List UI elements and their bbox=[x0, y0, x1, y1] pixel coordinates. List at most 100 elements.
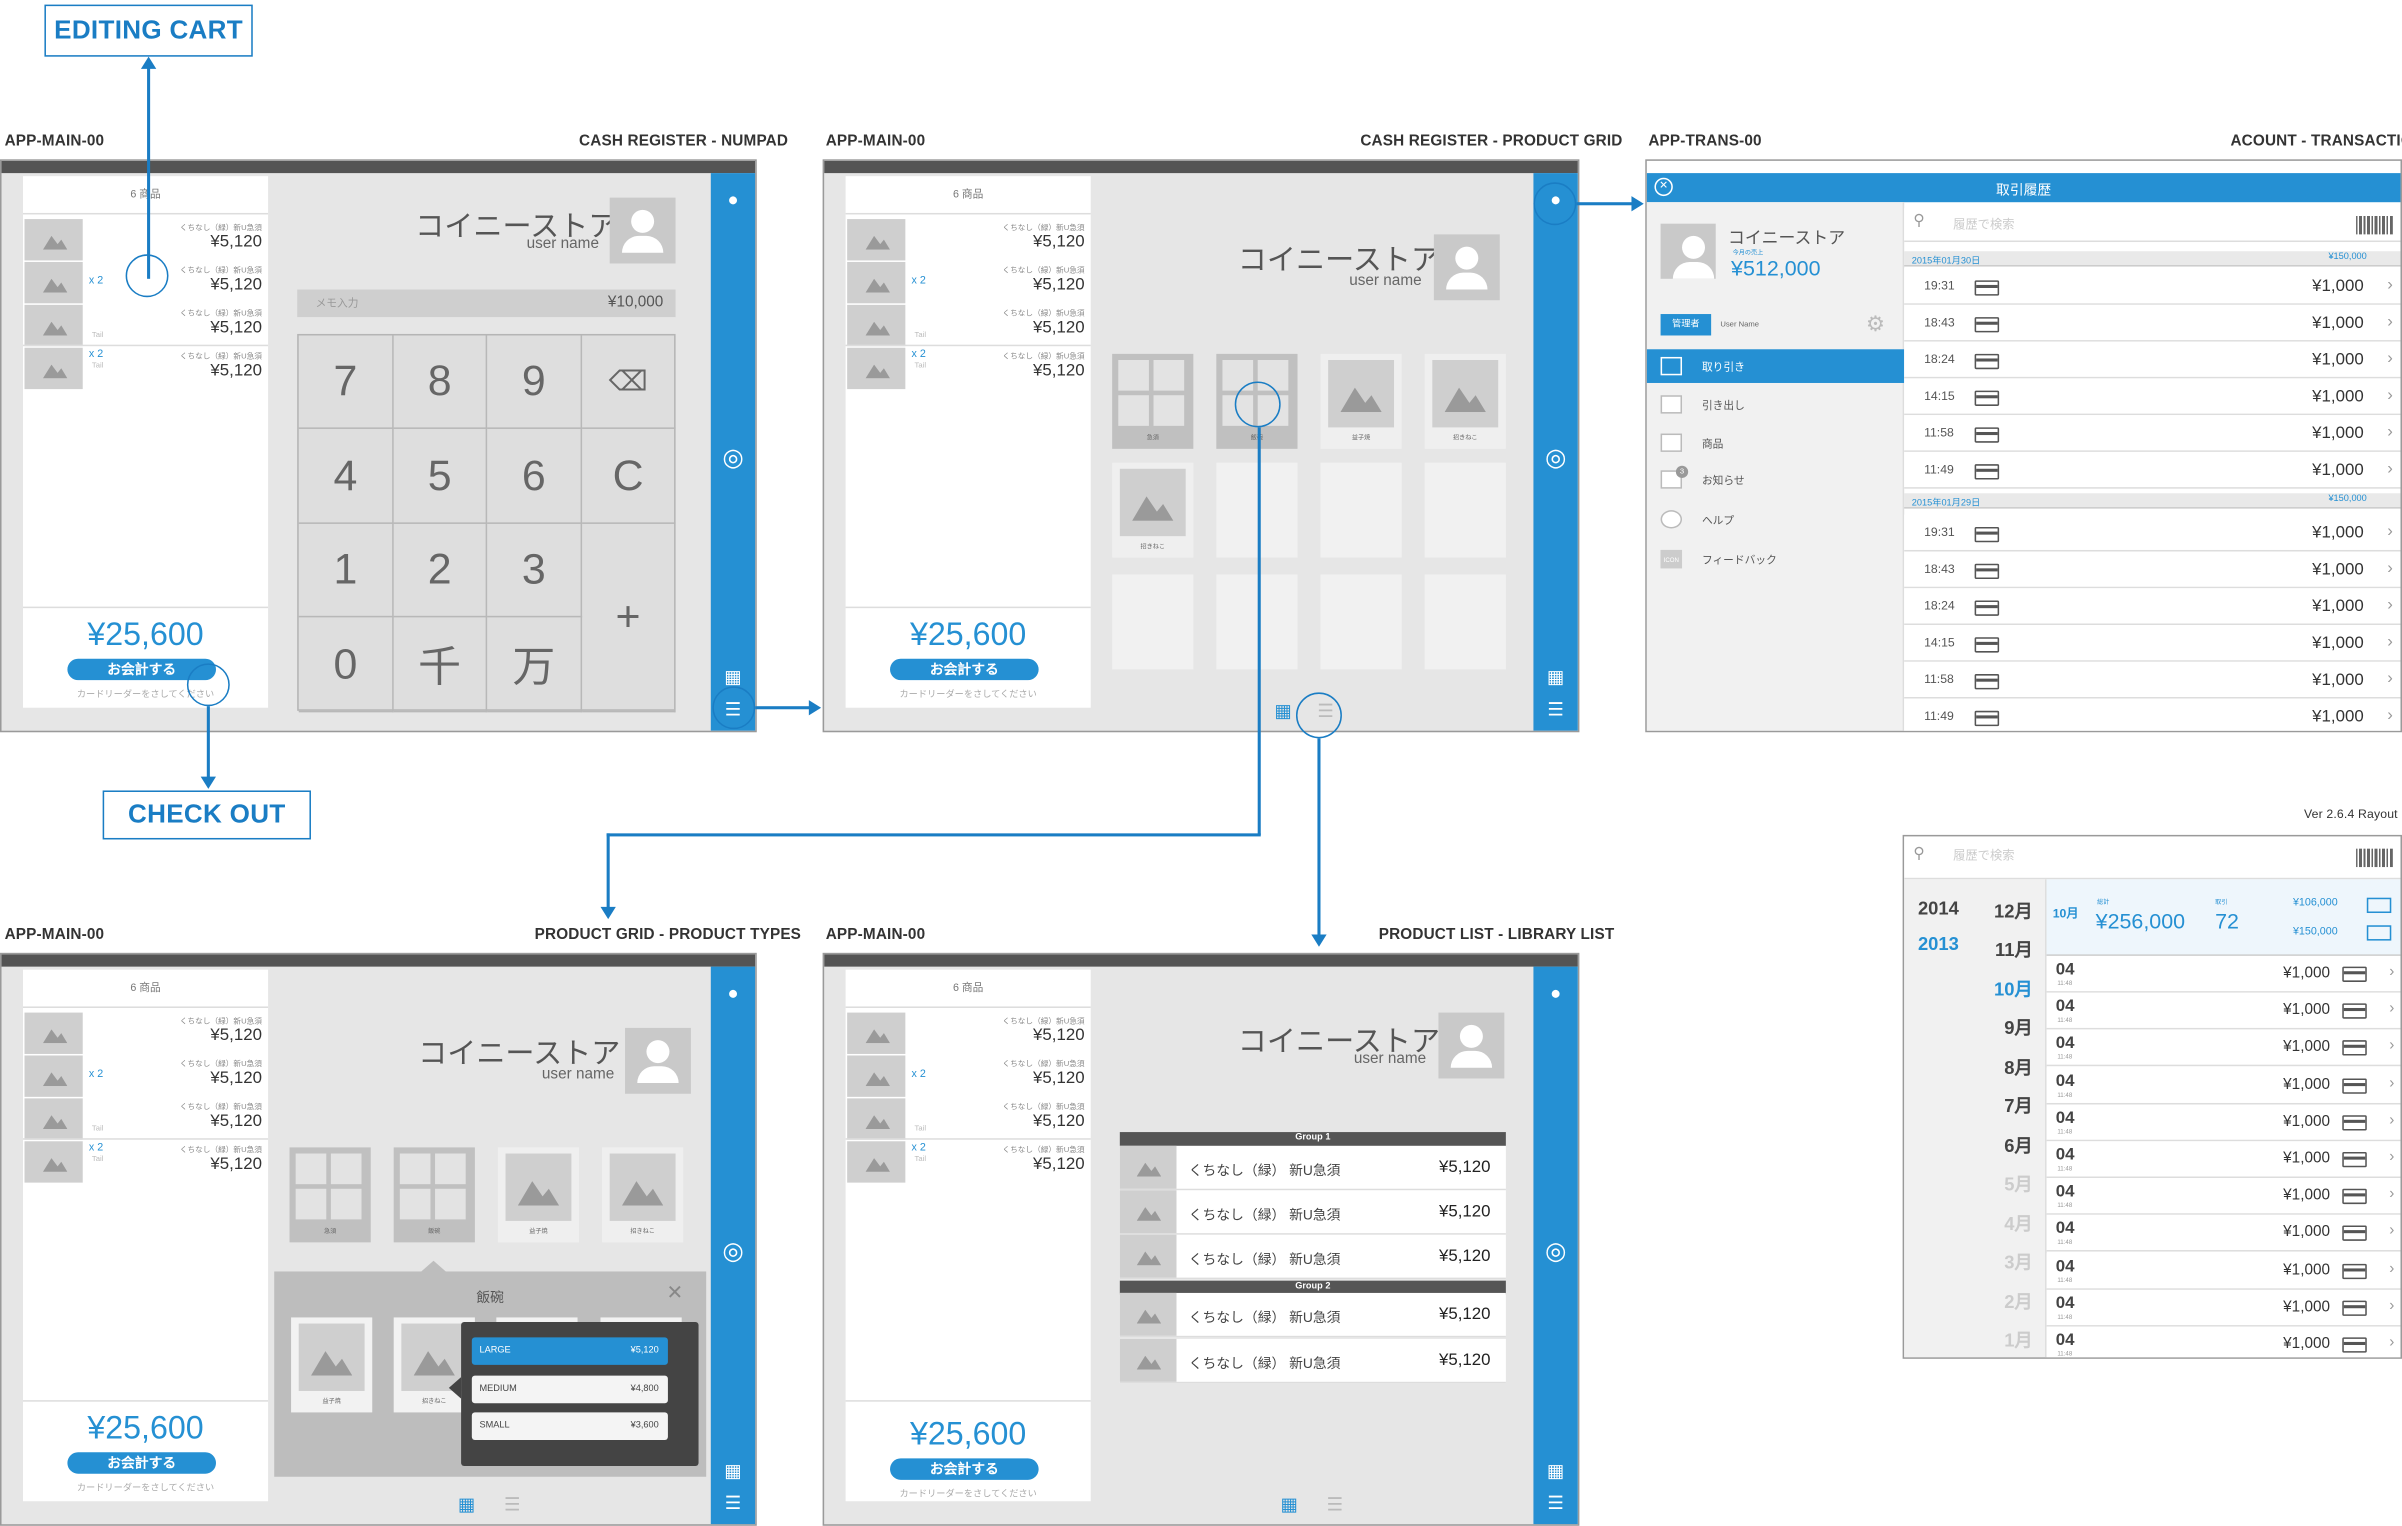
cart-item[interactable]: x 2 Tail くちなし（緑）新U急須 ¥5,120 bbox=[23, 1140, 268, 1183]
product-tile[interactable]: 益子焼 bbox=[291, 1317, 373, 1413]
gear-icon[interactable]: ⚙ bbox=[1866, 311, 1885, 337]
month-item[interactable]: 9月 bbox=[1987, 1014, 2033, 1040]
history-row[interactable]: 04 11:48 ¥1,000 › bbox=[2046, 1141, 2401, 1179]
cart-item[interactable]: x 2 Tail くちなし（緑）新U急須 ¥5,120 bbox=[846, 346, 1091, 390]
size-option-medium[interactable]: MEDIUM ¥4,800 bbox=[471, 1375, 668, 1404]
list-icon[interactable]: ☰ bbox=[1544, 699, 1567, 720]
cart-item[interactable]: くちなし（緑）新U急須 ¥5,120 bbox=[846, 218, 1091, 261]
transaction-row[interactable]: 18:24 ¥1,000 › bbox=[1904, 588, 2401, 626]
history-row[interactable]: 04 11:48 ¥1,000 › bbox=[2046, 1067, 2401, 1104]
menu-item-withdraw[interactable]: 引き出し bbox=[1647, 388, 1904, 422]
avatar[interactable] bbox=[625, 1027, 691, 1094]
search-bar[interactable]: ⚲ 履歴で検索 bbox=[1904, 208, 2401, 243]
transaction-row[interactable]: 11:49 ¥1,000 › bbox=[1904, 451, 2401, 489]
library-row[interactable]: くちなし（緑） 新U急須 ¥5,120 bbox=[1119, 1292, 1506, 1338]
product-tile[interactable]: 招きねこ bbox=[1112, 462, 1194, 558]
product-tile[interactable]: 益子焼 bbox=[1320, 353, 1402, 449]
avatar[interactable] bbox=[1660, 223, 1716, 279]
product-group-tile[interactable]: 急須 bbox=[289, 1147, 371, 1243]
avatar[interactable] bbox=[609, 197, 676, 264]
avatar[interactable] bbox=[1433, 234, 1500, 301]
history-row[interactable]: 04 11:48 ¥1,000 › bbox=[2046, 1326, 2401, 1358]
key-7[interactable]: 7 bbox=[298, 335, 394, 429]
menu-item-feedback[interactable]: ICON フィードバック bbox=[1647, 542, 1904, 576]
transaction-row[interactable]: 19:31 ¥1,000 › bbox=[1904, 268, 2401, 305]
library-row[interactable]: くちなし（緑） 新U急須 ¥5,120 bbox=[1119, 1145, 1506, 1191]
menu-item-products[interactable]: 商品 bbox=[1647, 426, 1904, 460]
clock-icon[interactable]: ◎ bbox=[722, 1236, 745, 1267]
library-row[interactable]: くちなし（緑） 新U急須 ¥5,120 bbox=[1119, 1234, 1506, 1280]
history-row[interactable]: 04 11:48 ¥1,000 › bbox=[2046, 955, 2401, 993]
grid-view-icon[interactable]: ▦ bbox=[1281, 1494, 1298, 1515]
key-5[interactable]: 5 bbox=[393, 428, 488, 524]
history-row[interactable]: 04 11:48 ¥1,000 › bbox=[2046, 1252, 2401, 1290]
search-bar[interactable]: ⚲ 履歴で検索 bbox=[1904, 836, 2401, 880]
key-6[interactable]: 6 bbox=[487, 428, 583, 524]
checkout-button[interactable]: お会計する bbox=[890, 1458, 1039, 1480]
history-row[interactable]: 04 11:48 ¥1,000 › bbox=[2046, 1030, 2401, 1067]
plus-key[interactable]: + bbox=[582, 523, 676, 713]
grid-icon[interactable]: ▦ bbox=[1544, 1460, 1567, 1481]
library-row[interactable]: くちなし（緑） 新U急須 ¥5,120 bbox=[1119, 1190, 1506, 1235]
cart-item[interactable]: x 2 くちなし（緑）新U急須 ¥5,120 bbox=[23, 1054, 268, 1097]
month-item[interactable]: 11月 bbox=[1987, 936, 2033, 962]
list-view-icon[interactable]: ☰ bbox=[504, 1494, 520, 1515]
year-2013[interactable]: 2013 bbox=[1918, 933, 1959, 954]
product-group-tile[interactable]: 飯碗 bbox=[393, 1147, 475, 1243]
key-3[interactable]: 3 bbox=[487, 523, 583, 618]
history-row[interactable]: 04 11:48 ¥1,000 › bbox=[2046, 1104, 2401, 1141]
history-row[interactable]: 04 11:48 ¥1,000 › bbox=[2046, 1289, 2401, 1327]
history-row[interactable]: 04 11:48 ¥1,000 › bbox=[2046, 992, 2401, 1030]
empty-slot[interactable] bbox=[1320, 462, 1402, 558]
product-tile[interactable]: 益子焼 bbox=[497, 1147, 580, 1243]
key-1[interactable]: 1 bbox=[298, 523, 394, 618]
checkout-button[interactable]: お会計する bbox=[890, 658, 1039, 681]
cart-item[interactable]: Tail くちなし（緑）新U急須 ¥5,120 bbox=[846, 1097, 1091, 1140]
library-row[interactable]: くちなし（緑） 新U急須 ¥5,120 bbox=[1119, 1338, 1506, 1384]
clock-icon[interactable]: ◎ bbox=[1544, 443, 1567, 474]
list-icon[interactable]: ☰ bbox=[722, 1492, 745, 1513]
month-item[interactable]: 8月 bbox=[1987, 1054, 2033, 1080]
month-item[interactable]: 6月 bbox=[1987, 1132, 2033, 1158]
product-tile[interactable]: 招きねこ bbox=[602, 1147, 684, 1243]
backspace-key[interactable]: ⌫ bbox=[582, 335, 676, 429]
cart-item[interactable]: Tail くちなし（緑）新U急須 ¥5,120 bbox=[846, 303, 1091, 347]
cart-item[interactable]: くちなし（緑）新U急須 ¥5,120 bbox=[23, 1011, 268, 1054]
barcode-icon[interactable] bbox=[2356, 215, 2393, 235]
user-icon[interactable]: ● bbox=[1544, 982, 1567, 1003]
history-row[interactable]: 04 11:48 ¥1,000 › bbox=[2046, 1178, 2401, 1216]
memo-field[interactable]: メモ入力 ¥10,000 bbox=[297, 289, 676, 318]
transaction-row[interactable]: 11:58 ¥1,000 › bbox=[1904, 415, 2401, 452]
cart-item[interactable]: x 2 Tail くちなし（緑）新U急須 ¥5,120 bbox=[846, 1140, 1091, 1183]
key-ten-thousand[interactable]: 万 bbox=[487, 617, 583, 713]
empty-slot[interactable] bbox=[1112, 574, 1194, 670]
cart-item[interactable]: Tail くちなし（緑）新U急須 ¥5,120 bbox=[23, 303, 268, 347]
grid-icon[interactable]: ▦ bbox=[1544, 666, 1567, 687]
month-item[interactable]: 12月 bbox=[1987, 898, 2033, 924]
empty-slot[interactable] bbox=[1320, 574, 1402, 670]
transaction-row[interactable]: 11:58 ¥1,000 › bbox=[1904, 661, 2401, 699]
barcode-icon[interactable] bbox=[2356, 848, 2393, 868]
key-2[interactable]: 2 bbox=[393, 523, 488, 618]
user-icon[interactable]: ● bbox=[722, 982, 745, 1003]
transaction-row[interactable]: 18:24 ¥1,000 › bbox=[1904, 341, 2401, 379]
grid-icon[interactable]: ▦ bbox=[722, 1460, 745, 1481]
empty-slot[interactable] bbox=[1424, 462, 1506, 558]
grid-icon[interactable]: ▦ bbox=[722, 666, 745, 687]
transaction-row[interactable]: 18:43 ¥1,000 › bbox=[1904, 304, 2401, 342]
list-icon[interactable]: ☰ bbox=[1544, 1492, 1567, 1513]
cart-item[interactable]: x 2 くちなし（緑）新U急須 ¥5,120 bbox=[846, 260, 1091, 304]
empty-slot[interactable] bbox=[1424, 574, 1506, 670]
key-9[interactable]: 9 bbox=[487, 335, 583, 429]
transaction-row[interactable]: 11:49 ¥1,000 › bbox=[1904, 698, 2401, 731]
clock-icon[interactable]: ◎ bbox=[722, 443, 745, 474]
user-icon[interactable]: ● bbox=[722, 188, 745, 209]
cart-item[interactable]: Tail くちなし（緑）新U急須 ¥5,120 bbox=[23, 1097, 268, 1140]
menu-item-transactions[interactable]: 取り引き bbox=[1646, 349, 1905, 383]
product-tile[interactable]: 招きねこ bbox=[1424, 353, 1506, 449]
history-row[interactable]: 04 11:48 ¥1,000 › bbox=[2046, 1215, 2401, 1253]
key-8[interactable]: 8 bbox=[393, 335, 488, 429]
menu-item-help[interactable]: ヘルプ bbox=[1647, 502, 1904, 536]
transaction-row[interactable]: 14:15 ¥1,000 › bbox=[1904, 625, 2401, 662]
transaction-row[interactable]: 14:15 ¥1,000 › bbox=[1904, 378, 2401, 416]
